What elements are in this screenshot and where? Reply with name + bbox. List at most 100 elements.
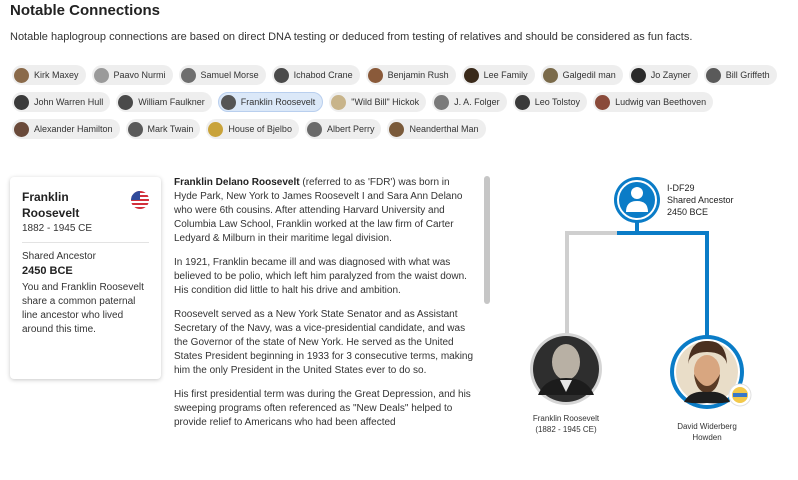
- avatar: [331, 94, 347, 110]
- avatar: [434, 94, 450, 110]
- chip-label: J. A. Folger: [454, 97, 500, 107]
- us-flag-icon: [131, 191, 149, 209]
- chip-label: Jo Zayner: [650, 70, 691, 80]
- ancestor-date: 2450 BCE: [667, 207, 709, 217]
- chip-label: Mark Twain: [147, 124, 194, 134]
- left-person-label: Franklin Roosevelt (1882 - 1945 CE): [516, 413, 616, 435]
- avatar: [220, 94, 236, 110]
- card-description: You and Franklin Roosevelt share a commo…: [22, 282, 144, 335]
- right-person-name-2: Howden: [692, 433, 722, 442]
- chip-label: Neanderthal Man: [409, 124, 479, 134]
- article-paragraph: In 1921, Franklin became ill and was dia…: [174, 257, 467, 296]
- avatar: [118, 94, 134, 110]
- ancestor-info: I-DF29 Shared Ancestor 2450 BCE: [667, 182, 734, 218]
- avatar: [463, 67, 479, 83]
- connection-chip[interactable]: Mark Twain: [125, 119, 201, 139]
- avatar: [14, 94, 29, 110]
- left-person-name: Franklin Roosevelt: [532, 414, 600, 423]
- connection-chip[interactable]: Alexander Hamilton: [12, 119, 120, 139]
- avatar: [514, 94, 530, 110]
- profile-card: Franklin Roosevelt 1882 - 1945 CE Shared…: [10, 177, 161, 379]
- connection-chip[interactable]: Franklin Roosevelt: [217, 92, 324, 112]
- chip-label: Paavo Nurmi: [113, 70, 166, 80]
- avatar: [367, 67, 383, 83]
- article-paragraph: Franklin Delano Roosevelt (referred to a…: [174, 176, 474, 246]
- chip-row: John Warren Hull William Faulkner Franklin…: [12, 92, 792, 112]
- connection-chip[interactable]: William Faulkner: [116, 92, 212, 112]
- connection-chip[interactable]: Neanderthal Man: [387, 119, 486, 139]
- article-paragraph: Roosevelt served as a New York State Sen…: [174, 309, 474, 376]
- avatar: [14, 67, 29, 83]
- connection-chip[interactable]: Paavo Nurmi: [91, 65, 173, 85]
- chip-label: Benjamin Rush: [387, 70, 449, 80]
- avatar: [93, 67, 109, 83]
- avatar: [389, 121, 405, 137]
- connection-chip[interactable]: Samuel Morse: [178, 65, 266, 85]
- article-subject-name: Franklin Delano Roosevelt: [174, 177, 300, 188]
- ancestor-node: [614, 177, 660, 223]
- chip-label: Leo Tolstoy: [534, 97, 581, 107]
- blue-lineage-line: [635, 213, 709, 338]
- chip-label: Kirk Maxey: [34, 70, 79, 80]
- connection-chip[interactable]: Jo Zayner: [628, 65, 698, 85]
- chip-label: Ludwig van Beethoven: [615, 97, 707, 107]
- connection-chips: Kirk Maxey Paavo Nurmi Samuel Morse Ichabod…: [12, 65, 792, 146]
- grey-lineage-line: [565, 231, 617, 336]
- avatar: [595, 94, 611, 110]
- chip-label: "Wild Bill" Hickok: [351, 97, 420, 107]
- connection-chip[interactable]: House of Bjelbo: [206, 119, 299, 139]
- chip-label: Franklin Roosevelt: [240, 97, 316, 107]
- chip-row: Kirk Maxey Paavo Nurmi Samuel Morse Ichabod…: [12, 65, 792, 85]
- chip-label: Samuel Morse: [200, 70, 259, 80]
- chip-label: House of Bjelbo: [228, 124, 292, 134]
- connection-chip[interactable]: Benjamin Rush: [365, 65, 456, 85]
- avatar: [273, 67, 289, 83]
- chip-label: Ichabod Crane: [293, 70, 353, 80]
- left-person-years: (1882 - 1945 CE): [535, 425, 597, 434]
- profile-name: Franklin Roosevelt: [22, 190, 80, 220]
- connection-chip[interactable]: Bill Griffeth: [703, 65, 777, 85]
- avatar: [180, 67, 196, 83]
- chip-label: Bill Griffeth: [725, 70, 770, 80]
- chip-label: Alexander Hamilton: [34, 124, 113, 134]
- connection-chip[interactable]: Albert Perry: [304, 119, 382, 139]
- connection-chip[interactable]: Ludwig van Beethoven: [593, 92, 714, 112]
- card-divider: [22, 242, 149, 243]
- badge-icon: [728, 383, 752, 407]
- avatar: [630, 67, 646, 83]
- connection-chip[interactable]: Ichabod Crane: [271, 65, 360, 85]
- avatar: [306, 121, 322, 137]
- article-scrollbar-thumb[interactable]: [484, 176, 490, 304]
- article-paragraph: His first presidential term was during t…: [174, 389, 471, 428]
- right-person-name-1: David Widerberg: [677, 422, 737, 431]
- intro-text: Notable haplogroup connections are based…: [10, 31, 693, 43]
- connection-chip[interactable]: "Wild Bill" Hickok: [329, 92, 427, 112]
- person-silhouette-icon: [626, 187, 648, 212]
- connection-chip[interactable]: J. A. Folger: [432, 92, 507, 112]
- right-person-label: David Widerberg Howden: [657, 421, 757, 443]
- chip-label: Galgedil man: [562, 70, 616, 80]
- chip-label: William Faulkner: [138, 97, 205, 107]
- chip-label: John Warren Hull: [34, 97, 104, 107]
- profile-years: 1882 - 1945 CE: [22, 223, 93, 234]
- ancestor-label: Shared Ancestor: [667, 195, 734, 205]
- shared-ancestor-label: Shared Ancestor: [22, 251, 96, 262]
- connection-chip[interactable]: Lee Family: [461, 65, 535, 85]
- chip-label: Lee Family: [483, 70, 528, 80]
- roosevelt-portrait: [530, 333, 602, 405]
- connection-chip[interactable]: Leo Tolstoy: [512, 92, 588, 112]
- shared-ancestor-date: 2450 BCE: [22, 265, 73, 277]
- chip-label: Albert Perry: [326, 124, 375, 134]
- avatar: [14, 121, 29, 137]
- avatar: [208, 121, 224, 137]
- connection-chip[interactable]: Galgedil man: [540, 65, 623, 85]
- user-portrait: [670, 335, 744, 409]
- connection-chip[interactable]: John Warren Hull: [12, 92, 111, 112]
- avatar: [542, 67, 558, 83]
- avatar: [705, 67, 721, 83]
- page-title: Notable Connections: [10, 2, 161, 19]
- ancestor-haplogroup: I-DF29: [667, 183, 695, 193]
- connection-chip[interactable]: Kirk Maxey: [12, 65, 86, 85]
- biography-article: Franklin Delano Roosevelt (referred to a…: [174, 176, 474, 440]
- chip-row: Alexander Hamilton Mark Twain House of Bje…: [12, 119, 792, 139]
